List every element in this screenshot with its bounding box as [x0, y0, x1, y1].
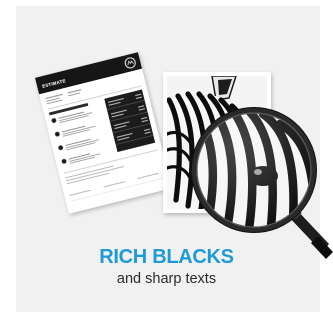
estimate-document: ESTIMATE	[35, 52, 172, 214]
headline: RICH BLACKS	[99, 246, 234, 268]
promo-stage: ESTIMATE RICH BLACKS and sharp texts	[0, 0, 333, 322]
magnifying-glass-icon	[191, 107, 333, 259]
subheadline: and sharp texts	[116, 271, 217, 287]
